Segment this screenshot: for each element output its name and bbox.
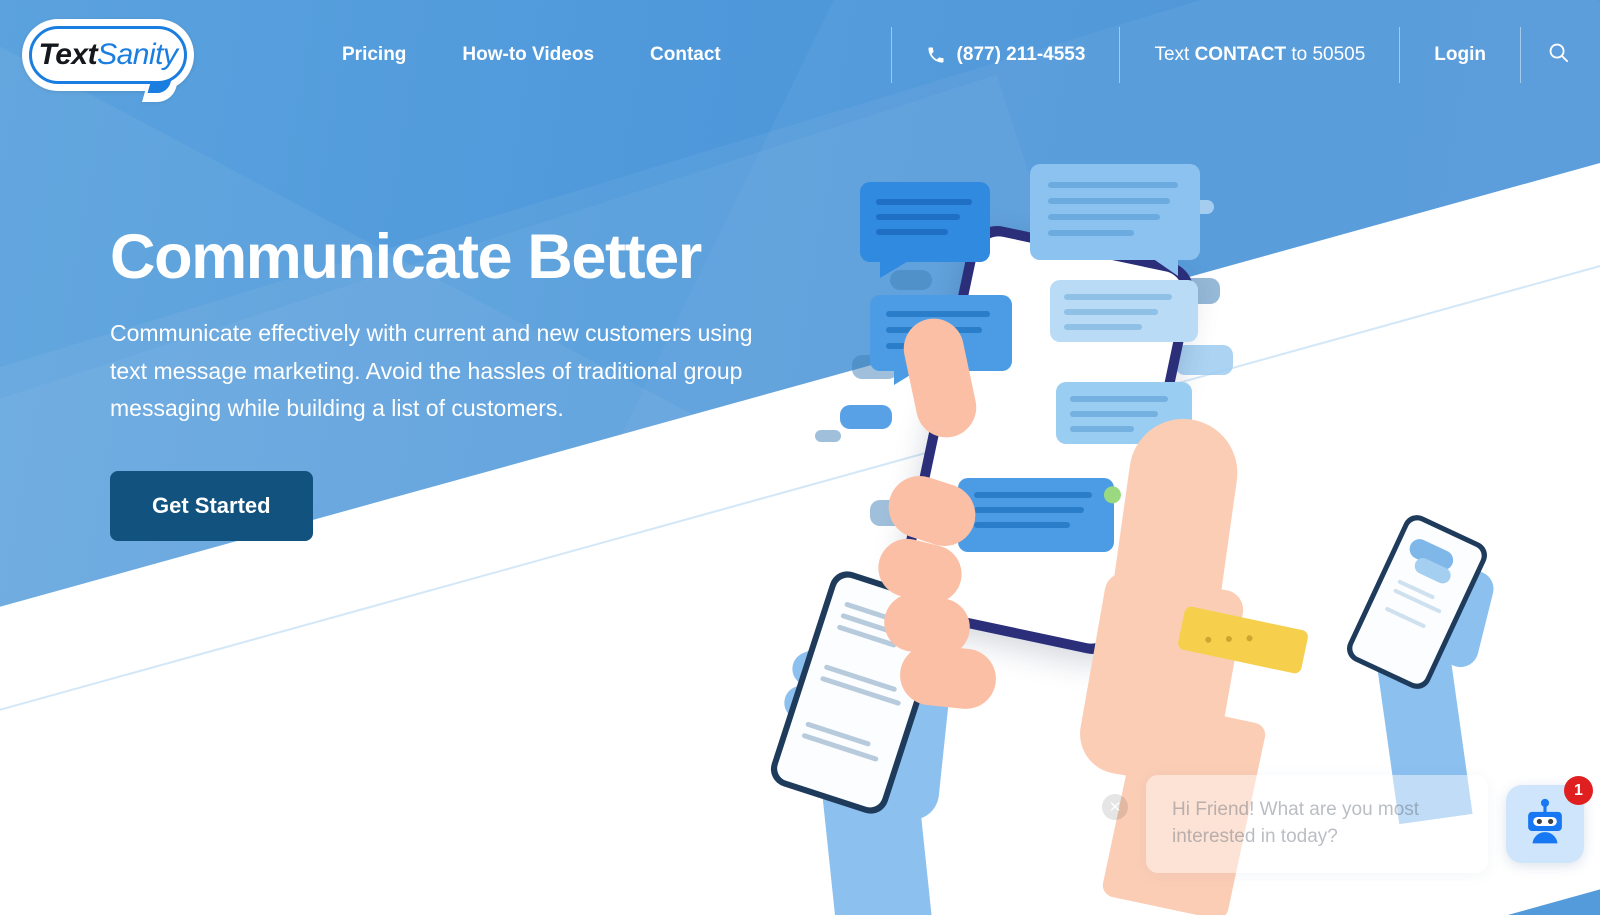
shortcode-keyword: CONTACT <box>1194 44 1287 65</box>
close-icon[interactable]: ✕ <box>1102 794 1128 821</box>
bubble-bg-8 <box>840 405 892 429</box>
hero-paragraph: Communicate effectively with current and… <box>110 320 753 421</box>
logo-text-secondary: Sanity <box>97 38 178 71</box>
logo-text: TextSanity <box>39 38 178 72</box>
shortcode-prefix: Text <box>1154 44 1190 65</box>
bubble-bg-5 <box>815 430 841 442</box>
sidebar-item-pricing[interactable]: Pricing <box>314 44 434 66</box>
bubble-1 <box>860 182 990 278</box>
search-icon <box>1547 41 1570 69</box>
logo-text-primary: Text <box>38 38 98 71</box>
chat-launcher-button[interactable]: 1 <box>1506 776 1593 864</box>
status-badge: 1 <box>1564 776 1593 806</box>
logo-inner-outline: TextSanity <box>29 26 187 84</box>
bubble-3 <box>1050 280 1198 342</box>
nav-item-how-to-videos[interactable]: How-to Videos <box>434 44 622 66</box>
get-started-button[interactable]: Get Started <box>110 471 313 541</box>
bubble-6 <box>958 478 1114 552</box>
page-root: TextSanity Pricing How-to Videos Contact… <box>0 0 1600 915</box>
chat-message: Hi Friend! What are you most interested … <box>1146 775 1488 873</box>
search-button[interactable] <box>1521 27 1600 83</box>
bubble-bg-9 <box>1175 345 1233 375</box>
header-utility-group: (877) 211-4553 Text CONTACT to 50505 Log… <box>890 27 1600 83</box>
shortcode-suffix: to 50505 <box>1291 44 1366 65</box>
phone-link[interactable]: (877) 211-4553 <box>892 27 1120 83</box>
robot-icon <box>1518 795 1572 854</box>
chat-widget: ✕ Hi Friend! What are you most intereste… <box>1102 775 1593 873</box>
nav-item-contact[interactable]: Contact <box>622 44 749 66</box>
phone-icon <box>926 45 946 65</box>
site-header: TextSanity Pricing How-to Videos Contact… <box>0 0 1600 110</box>
login-link[interactable]: Login <box>1400 27 1520 83</box>
logo[interactable]: TextSanity <box>22 19 194 102</box>
shortcode-link[interactable]: Text CONTACT to 50505 <box>1120 27 1399 83</box>
phone-number: (877) 211-4553 <box>956 44 1086 65</box>
main-nav: Pricing How-to Videos Contact <box>314 44 749 66</box>
hero-content: Communicate Better Communicate effective… <box>110 225 810 541</box>
bubble-2 <box>1030 164 1200 276</box>
page-title: Communicate Better <box>110 222 702 292</box>
